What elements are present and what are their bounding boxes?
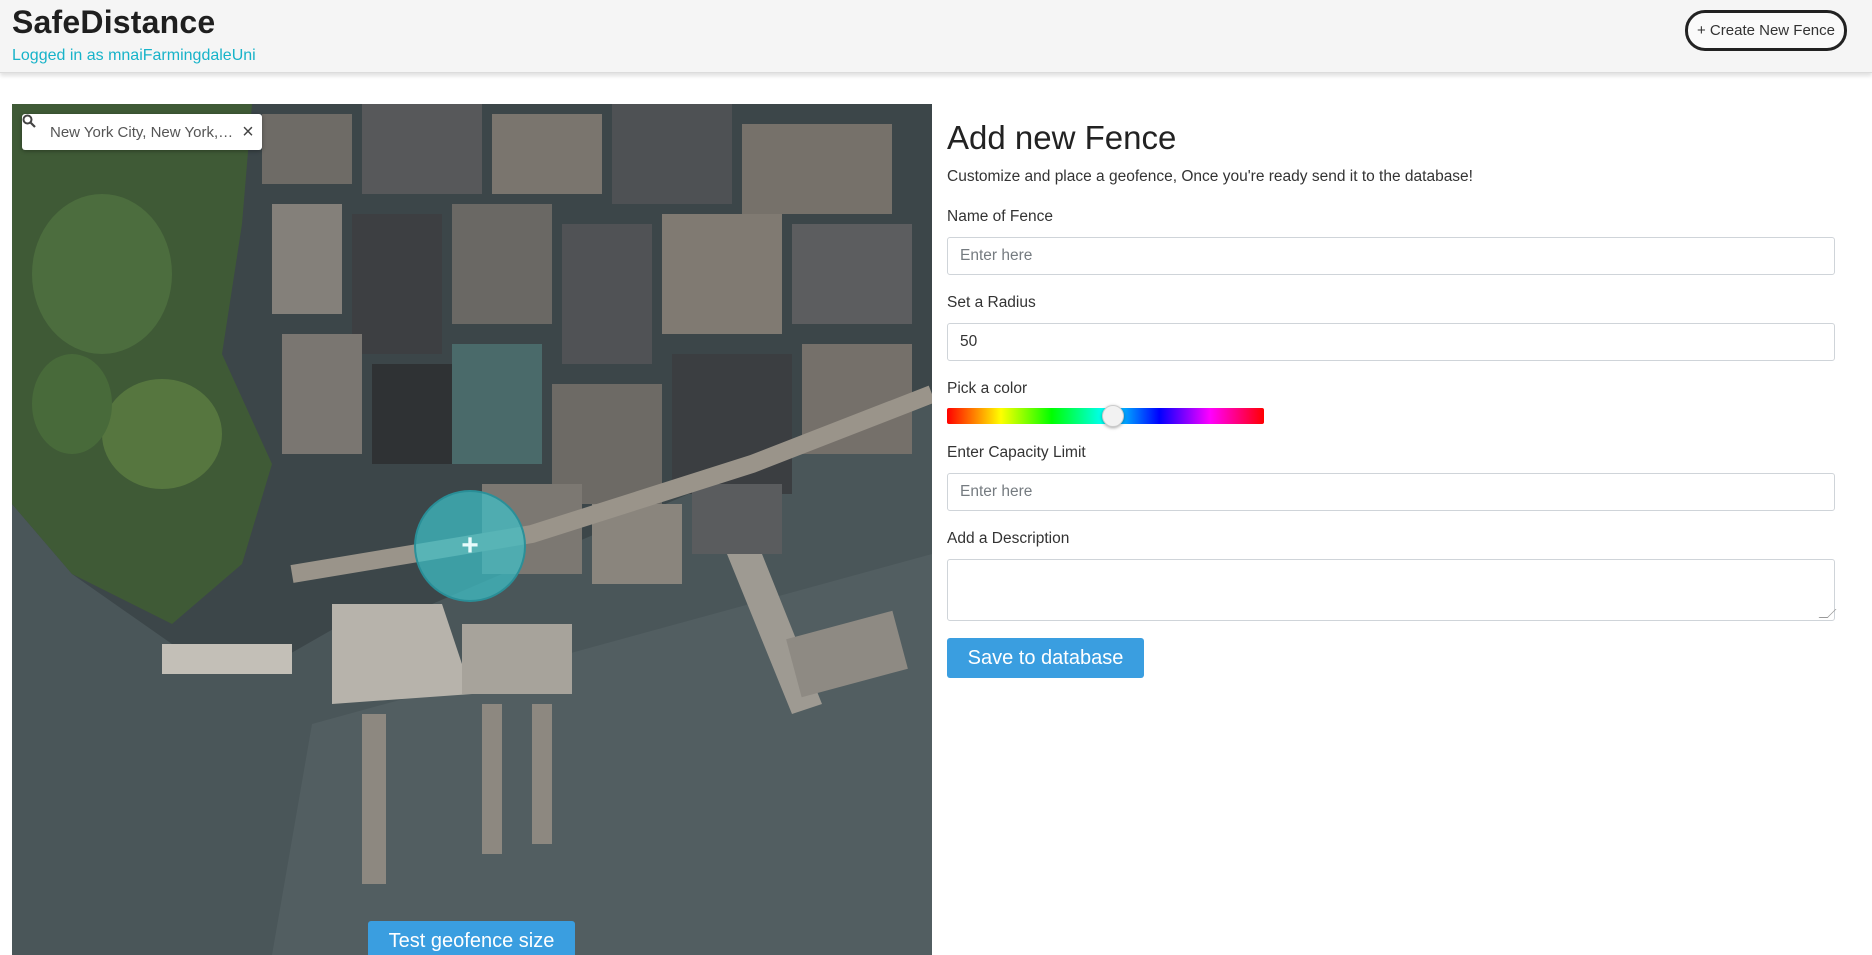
form-subtitle: Customize and place a geofence, Once you… — [947, 168, 1473, 185]
fence-name-input[interactable]: Enter here — [947, 237, 1835, 275]
description-textarea[interactable] — [947, 559, 1837, 621]
clear-search-icon[interactable]: × — [234, 121, 262, 144]
login-status: Logged in as mnaiFarmingdaleUni — [12, 47, 256, 64]
app-brand: SafeDistance — [12, 4, 216, 40]
save-to-database-button[interactable]: Save to database — [947, 638, 1144, 678]
geofence-center-marker[interactable]: + — [455, 531, 485, 561]
location-search-input[interactable]: New York City, New York, United States — [50, 124, 234, 141]
color-label: Pick a color — [947, 380, 1028, 397]
fence-name-label: Name of Fence — [947, 208, 1053, 225]
capacity-input[interactable]: Enter here — [947, 473, 1835, 511]
description-label: Add a Description — [947, 530, 1070, 547]
radius-input[interactable]: 50 — [947, 323, 1835, 361]
radius-label: Set a Radius — [947, 294, 1036, 311]
top-navbar: SafeDistance Logged in as mnaiFarmingdal… — [0, 0, 1872, 73]
color-hue-slider[interactable] — [947, 405, 1264, 427]
create-new-fence-button[interactable]: + Create New Fence — [1685, 10, 1847, 51]
color-slider-handle[interactable] — [1101, 405, 1124, 427]
location-search-box[interactable]: New York City, New York, United States × — [22, 114, 262, 150]
capacity-label: Enter Capacity Limit — [947, 444, 1086, 461]
test-geofence-size-button[interactable]: Test geofence size — [368, 921, 575, 955]
form-title: Add new Fence — [947, 119, 1177, 156]
satellite-map[interactable]: + New York City, New York, United States… — [12, 104, 932, 955]
resize-handle-icon[interactable] — [1818, 609, 1837, 618]
